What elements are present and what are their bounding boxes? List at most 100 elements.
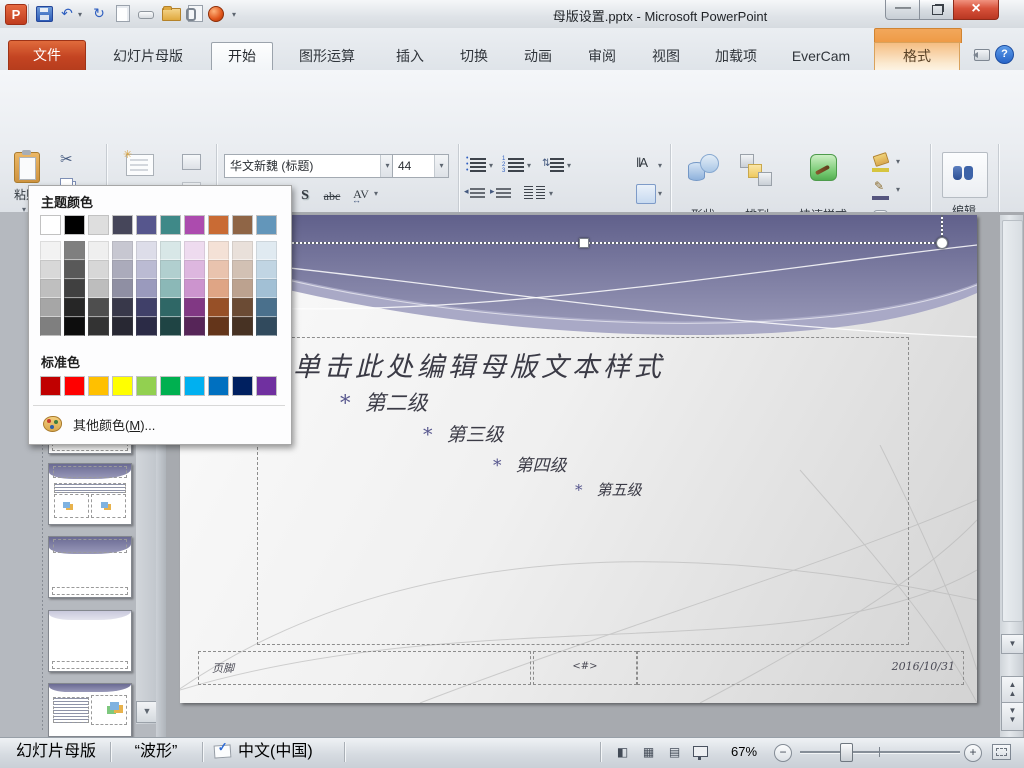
reading-view-icon[interactable]: ▤	[662, 741, 687, 764]
color-swatch[interactable]	[40, 260, 61, 279]
color-swatch[interactable]	[136, 241, 157, 260]
color-swatch[interactable]	[256, 260, 277, 279]
slide-thumbnail[interactable]	[48, 463, 132, 525]
tab-slide-master[interactable]: 幻灯片母版	[96, 43, 200, 70]
layout-icon[interactable]	[182, 154, 201, 170]
columns-icon[interactable]	[524, 186, 533, 200]
color-swatch[interactable]	[208, 215, 229, 235]
line-spacing-icon[interactable]	[550, 158, 564, 172]
color-swatch[interactable]	[112, 260, 133, 279]
status-theme-name[interactable]: “波形”	[112, 737, 200, 767]
thumbnails-scroll-down-icon[interactable]: ▼	[136, 701, 158, 723]
color-swatch[interactable]	[184, 279, 205, 298]
color-swatch[interactable]	[184, 260, 205, 279]
color-swatch[interactable]	[232, 260, 253, 279]
color-swatch[interactable]	[208, 376, 229, 396]
redo-icon[interactable]: ↻	[88, 3, 110, 24]
fit-to-window-icon[interactable]	[992, 744, 1011, 760]
color-swatch[interactable]	[40, 215, 61, 235]
cut-icon[interactable]: ✂	[60, 152, 73, 168]
font-size-dropdown-arrow[interactable]: ▾	[434, 155, 448, 177]
color-swatch[interactable]	[64, 241, 85, 260]
columns-dropdown-arrow[interactable]: ▾	[549, 190, 553, 198]
tab-format[interactable]: 格式	[874, 42, 960, 70]
slide-thumbnail[interactable]	[48, 536, 132, 598]
color-swatch[interactable]	[64, 376, 85, 396]
color-swatch[interactable]	[232, 241, 253, 260]
color-swatch[interactable]	[136, 317, 157, 336]
line-spacing-dropdown-arrow[interactable]: ▾	[567, 162, 571, 170]
color-swatch[interactable]	[136, 215, 157, 235]
color-swatch[interactable]	[64, 279, 85, 298]
status-view-name[interactable]: 幻灯片母版	[4, 737, 108, 767]
color-swatch[interactable]	[208, 298, 229, 317]
decrease-indent-icon[interactable]	[470, 188, 485, 200]
spell-check-icon[interactable]	[213, 744, 232, 759]
text-align-dropdown-arrow[interactable]: ▾	[658, 190, 662, 198]
color-swatch[interactable]	[112, 298, 133, 317]
color-swatch[interactable]	[256, 279, 277, 298]
color-swatch[interactable]	[136, 298, 157, 317]
color-swatch[interactable]	[160, 260, 181, 279]
color-swatch[interactable]	[160, 376, 181, 396]
footer-placeholder[interactable]: 页脚	[198, 651, 531, 685]
shape-fill-icon[interactable]	[872, 152, 890, 167]
zoom-in-icon[interactable]: +	[964, 744, 982, 762]
powerpoint-logo-icon[interactable]: P	[5, 4, 27, 25]
new-slide-icon[interactable]	[123, 148, 154, 176]
more-colors-item[interactable]: 其他颜色(M)...	[29, 408, 289, 438]
color-swatch[interactable]	[160, 298, 181, 317]
color-swatch[interactable]	[40, 298, 61, 317]
tab-animations[interactable]: 动画	[511, 43, 565, 70]
vertical-scrollbar-thumb[interactable]	[1002, 220, 1023, 622]
color-swatch[interactable]	[136, 260, 157, 279]
color-swatch[interactable]	[112, 317, 133, 336]
color-swatch[interactable]	[184, 298, 205, 317]
color-swatch[interactable]	[208, 260, 229, 279]
zoom-slider-track[interactable]	[800, 751, 960, 753]
undo-dropdown-arrow[interactable]: ▾	[78, 11, 82, 19]
tab-transitions[interactable]: 切换	[447, 43, 501, 70]
color-swatch[interactable]	[256, 215, 277, 235]
numbering-dropdown-arrow[interactable]: ▾	[527, 162, 531, 170]
tab-shape-ops[interactable]: 图形运算	[283, 43, 371, 70]
undo-icon[interactable]: ↶	[56, 3, 78, 24]
color-swatch[interactable]	[88, 298, 109, 317]
color-swatch[interactable]	[64, 317, 85, 336]
slide-sorter-view-icon[interactable]: ▦	[636, 741, 661, 764]
color-swatch[interactable]	[112, 241, 133, 260]
zoom-slider-thumb[interactable]	[840, 743, 853, 762]
title-placeholder-selection-edge[interactable]	[188, 242, 943, 244]
color-swatch[interactable]	[112, 279, 133, 298]
selection-handle-circle[interactable]	[936, 237, 948, 249]
tab-evercam[interactable]: EverCam	[779, 43, 863, 70]
tab-home[interactable]: 开始	[211, 42, 273, 70]
color-swatch[interactable]	[256, 376, 277, 396]
color-swatch[interactable]	[232, 298, 253, 317]
color-swatch[interactable]	[112, 376, 133, 396]
bullets-icon[interactable]	[470, 158, 486, 172]
tab-view[interactable]: 视图	[639, 43, 693, 70]
color-swatch[interactable]	[160, 241, 181, 260]
minimize-button[interactable]: —	[885, 0, 921, 20]
text-shadow-button[interactable]: S	[294, 184, 316, 208]
shape-outline-dropdown-arrow[interactable]: ▾	[896, 186, 900, 194]
color-swatch[interactable]	[64, 215, 85, 235]
color-swatch[interactable]	[184, 317, 205, 336]
color-swatch[interactable]	[88, 241, 109, 260]
color-swatch[interactable]	[208, 317, 229, 336]
color-swatch[interactable]	[40, 279, 61, 298]
color-swatch[interactable]	[208, 241, 229, 260]
attach-document-icon[interactable]	[186, 5, 203, 22]
color-swatch[interactable]	[184, 376, 205, 396]
color-swatch[interactable]	[256, 241, 277, 260]
increase-indent-icon[interactable]	[496, 188, 511, 200]
color-swatch[interactable]	[160, 215, 181, 235]
strikethrough-button[interactable]: abc	[318, 184, 346, 208]
color-swatch[interactable]	[88, 260, 109, 279]
color-swatch[interactable]	[256, 317, 277, 336]
normal-view-icon[interactable]: ◧	[610, 741, 635, 764]
numbering-icon[interactable]	[508, 158, 524, 172]
color-swatch[interactable]	[232, 215, 253, 235]
restore-button[interactable]	[919, 0, 955, 20]
